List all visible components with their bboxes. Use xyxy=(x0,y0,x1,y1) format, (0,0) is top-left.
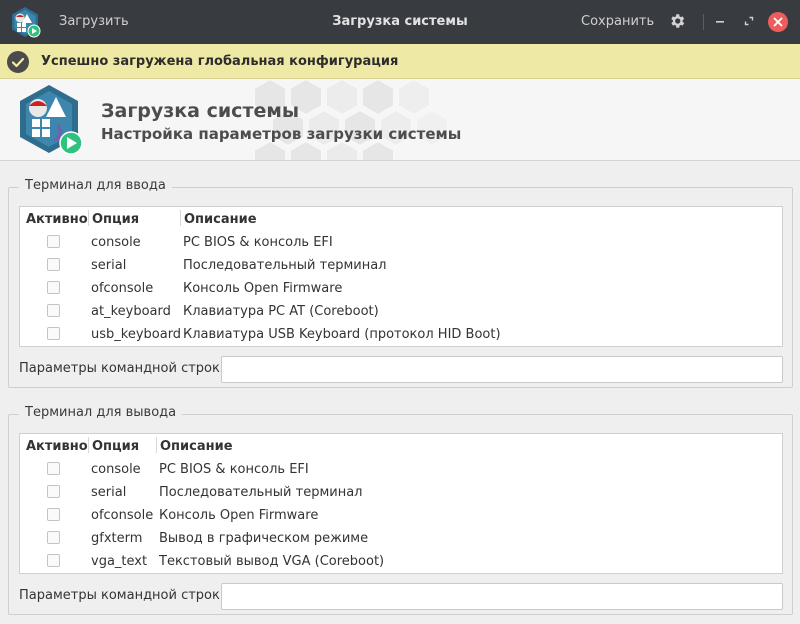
column-divider xyxy=(88,210,89,226)
minimize-icon[interactable] xyxy=(712,13,728,29)
output-cmdline-label: Параметры командной строки: xyxy=(19,588,233,603)
description-cell: Вывод в графическом режиме xyxy=(159,531,369,546)
active-checkbox[interactable] xyxy=(47,485,60,498)
option-cell: console xyxy=(91,235,141,250)
info-bar: Успешно загружена глобальная конфигураци… xyxy=(0,44,800,79)
option-cell: vga_text xyxy=(91,554,148,569)
active-checkbox[interactable] xyxy=(47,304,60,317)
output-terminal-title: Терминал для вывода xyxy=(19,405,183,420)
info-message: Успешно загружена глобальная конфигураци… xyxy=(41,54,399,69)
input-terminal-table[interactable]: Активно Опция Описание console PC BIOS &… xyxy=(19,206,783,347)
active-checkbox[interactable] xyxy=(47,531,60,544)
active-checkbox[interactable] xyxy=(47,554,60,567)
description-cell: Клавиатура USB Keyboard (протокол HID Bo… xyxy=(183,327,501,342)
active-checkbox[interactable] xyxy=(47,462,60,475)
close-button[interactable] xyxy=(768,12,788,32)
page-subtitle: Настройка параметров загрузки системы xyxy=(101,125,462,143)
app-logo xyxy=(20,85,83,155)
output-terminal-table[interactable]: Активно Опция Описание console PC BIOS &… xyxy=(19,433,783,574)
option-cell: console xyxy=(91,462,141,477)
open-button[interactable]: Загрузить xyxy=(59,14,129,29)
active-checkbox[interactable] xyxy=(47,327,60,340)
gear-icon[interactable] xyxy=(668,12,686,30)
description-cell: Консоль Open Firmware xyxy=(159,508,319,523)
option-cell: ofconsole xyxy=(91,281,154,296)
description-cell: PC BIOS & консоль EFI xyxy=(159,462,309,477)
description-cell: Последовательный терминал xyxy=(183,258,387,273)
input-cmdline-label: Параметры командной строки: xyxy=(19,361,233,376)
option-cell: gfxterm xyxy=(91,531,143,546)
window-titlebar: Загрузить Загрузка системы Сохранить xyxy=(0,0,800,44)
column-divider xyxy=(180,210,181,226)
description-cell: Текстовый вывод VGA (Coreboot) xyxy=(159,554,385,569)
column-header-option[interactable]: Опция xyxy=(92,212,139,227)
option-cell: at_keyboard xyxy=(91,304,171,319)
description-cell: Последовательный терминал xyxy=(159,485,363,500)
column-header-description[interactable]: Описание xyxy=(160,439,233,454)
column-divider xyxy=(88,437,89,453)
active-checkbox[interactable] xyxy=(47,281,60,294)
success-badge xyxy=(7,51,29,73)
input-terminal-group: Терминал для ввода Активно Опция Описани… xyxy=(8,178,793,388)
option-cell: usb_keyboard xyxy=(91,327,182,342)
option-cell: ofconsole xyxy=(91,508,154,523)
column-header-active[interactable]: Активно xyxy=(26,212,88,227)
description-cell: Консоль Open Firmware xyxy=(183,281,343,296)
page-title: Загрузка системы xyxy=(101,100,300,122)
input-terminal-title: Терминал для ввода xyxy=(19,178,172,193)
column-divider xyxy=(156,437,157,453)
column-header-active[interactable]: Активно xyxy=(26,439,88,454)
description-cell: Клавиатура PC AT (Coreboot) xyxy=(183,304,379,319)
save-button[interactable]: Сохранить xyxy=(581,14,654,29)
active-checkbox[interactable] xyxy=(47,258,60,271)
active-checkbox[interactable] xyxy=(47,235,60,248)
check-icon xyxy=(11,57,25,68)
output-terminal-group: Терминал для вывода Активно Опция Описан… xyxy=(8,405,793,615)
close-icon xyxy=(773,17,783,27)
page-header: Загрузка системы Настройка параметров за… xyxy=(0,79,800,161)
active-checkbox[interactable] xyxy=(47,508,60,521)
app-icon xyxy=(12,7,41,38)
description-cell: PC BIOS & консоль EFI xyxy=(183,235,333,250)
input-cmdline-field[interactable] xyxy=(221,356,783,383)
column-header-option[interactable]: Опция xyxy=(92,439,139,454)
titlebar-separator xyxy=(703,14,704,30)
option-cell: serial xyxy=(91,485,127,500)
column-header-description[interactable]: Описание xyxy=(184,212,257,227)
output-cmdline-field[interactable] xyxy=(221,583,783,610)
option-cell: serial xyxy=(91,258,127,273)
maximize-icon[interactable] xyxy=(741,13,757,29)
